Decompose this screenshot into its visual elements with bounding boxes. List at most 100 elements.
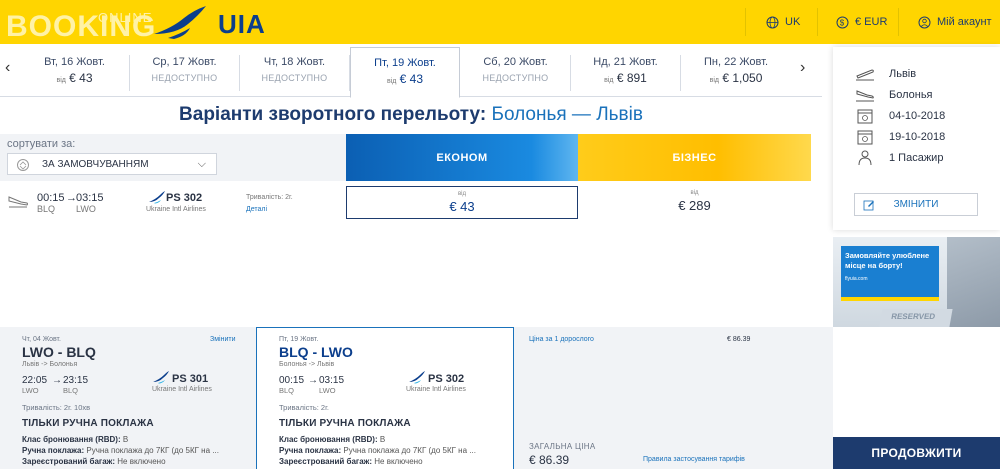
inbound-arr-time: 03:15 — [319, 375, 345, 386]
date-label: Чт, 18 Жовт. — [263, 56, 326, 68]
summary-depart-value: 04-10-2018 — [889, 110, 946, 122]
checked-baggage-value: Не включено — [117, 457, 166, 466]
next-dates-chevron-right-icon[interactable]: › — [800, 59, 805, 77]
ad-accent-bar — [841, 297, 939, 301]
flight-departure-code: BLQ — [37, 204, 56, 214]
date-label: Нд, 21 Жовт. — [593, 56, 658, 68]
flight-details-link[interactable]: Деталі — [246, 206, 267, 213]
business-price-option[interactable]: від € 289 — [578, 186, 811, 219]
uia-bird-logo-icon — [154, 6, 206, 39]
user-icon — [918, 16, 931, 28]
outbound-flight-number: PS 301 — [172, 373, 209, 385]
calendar-icon — [857, 109, 873, 124]
flight-arrival-code: LWO — [76, 204, 96, 214]
change-search-button[interactable]: ЗМІНИТИ — [854, 193, 978, 216]
globe-icon — [766, 16, 779, 28]
summary-return-date: 19-10-2018 — [855, 127, 945, 147]
summary-destination: Болонья — [855, 85, 933, 105]
date-tab-22[interactable]: Пн, 22 Жовт. від € 1,050 — [681, 55, 791, 91]
rbd-label: Клас бронювання (RBD): — [22, 435, 121, 444]
outbound-change-link[interactable]: Змінити — [210, 336, 236, 343]
uia-brand-text: UIA — [218, 9, 266, 39]
unavailable-label: НЕДОСТУПНО — [261, 73, 328, 83]
inbound-flight-number: PS 302 — [428, 373, 465, 385]
summary-passengers: 1 Пасажир — [855, 148, 943, 168]
hand-luggage-value: Ручна поклажа до 7КГ (до 5КГ на ... — [343, 446, 476, 455]
total-price-label: ЗАГАЛЬНА ЦІНА — [529, 442, 596, 451]
outbound-dep-code: LWO — [22, 386, 39, 395]
ad-text: Замовляйте улюблене місце на борту! — [845, 251, 930, 270]
plane-landing-icon — [856, 90, 874, 102]
reserved-sign: RESERVED — [879, 309, 953, 327]
currency-selector[interactable]: $ € EUR — [836, 0, 887, 44]
date-price: € 43 — [69, 71, 93, 85]
outbound-dep-time: 22:05 — [22, 375, 48, 386]
checked-baggage-label: Зареєстрований багаж: — [279, 457, 373, 466]
calendar-icon — [857, 130, 873, 145]
unavailable-label: НЕДОСТУПНО — [482, 73, 549, 83]
hand-luggage-value: Ручна поклажа до 7КГ (до 5КГ на ... — [86, 446, 219, 455]
fare-rules-link[interactable]: Правила застосування тарифів — [643, 456, 745, 463]
currency-label: € EUR — [855, 16, 888, 28]
flight-departure-time: 00:15 — [37, 192, 65, 204]
uia-airline-logo-icon — [153, 371, 169, 384]
change-button-label: ЗМІНИТИ — [893, 199, 939, 210]
summary-passengers-value: 1 Пасажир — [889, 152, 944, 164]
rbd-value: B — [122, 435, 129, 444]
from-label: від — [457, 191, 467, 197]
business-price: € 289 — [678, 198, 711, 213]
from-label: від — [604, 77, 614, 84]
sort-value: ЗА ЗАМОВЧУВАННЯМ — [42, 158, 149, 170]
outbound-baggage-title: ТІЛЬКИ РУЧНА ПОКЛАЖА — [22, 418, 154, 429]
seat-image — [947, 237, 1000, 327]
seat-selection-ad-banner[interactable]: RESERVED Замовляйте улюблене місце на бо… — [833, 237, 1000, 327]
flight-number: PS 302 — [166, 192, 203, 204]
sort-icon — [17, 159, 29, 171]
page-title: Варіанти зворотного перельоту: Болонья —… — [0, 104, 822, 126]
date-tab-20[interactable]: Сб, 20 Жовт. НЕДОСТУПНО — [461, 55, 571, 91]
outbound-date: Чт, 04 Жовт. — [22, 336, 61, 343]
rbd-label: Клас бронювання (RBD): — [279, 435, 378, 444]
summary-origin-city: Львів — [889, 68, 917, 80]
date-tab-17[interactable]: Ср, 17 Жовт. НЕДОСТУПНО — [130, 55, 240, 91]
outbound-route: LWO - BLQ — [22, 344, 96, 360]
inbound-baggage-title: ТІЛЬКИ РУЧНА ПОКЛАЖА — [279, 418, 411, 429]
date-tab-18[interactable]: Чт, 18 Жовт. НЕДОСТУПНО — [240, 55, 350, 91]
continue-button[interactable]: ПРОДОВЖИТИ — [833, 437, 1000, 469]
prev-dates-chevron-left-icon[interactable]: ‹ — [5, 59, 10, 77]
date-label: Ср, 17 Жовт. — [152, 56, 217, 68]
rbd-value: B — [379, 435, 386, 444]
ad-url: flyuia.com — [845, 276, 868, 282]
inbound-dep-time: 00:15 — [279, 375, 305, 386]
sort-dropdown[interactable]: ЗА ЗАМОВЧУВАННЯМ ⌵ — [7, 153, 217, 175]
from-label: від — [709, 77, 719, 84]
inbound-dep-code: BLQ — [279, 386, 295, 395]
date-label: Вт, 16 Жовт. — [44, 56, 105, 68]
checked-baggage-value: Не включено — [374, 457, 423, 466]
date-tab-19-selected[interactable]: Пт, 19 Жовт. від € 43 — [350, 47, 460, 98]
date-price: € 1,050 — [722, 71, 763, 85]
date-tab-21[interactable]: Нд, 21 Жовт. від € 891 — [571, 55, 681, 91]
header-divider — [817, 8, 818, 36]
price-per-adult-label: Ціна за 1 дорослого — [529, 336, 594, 343]
econom-price: € 43 — [449, 199, 475, 214]
summary-return-value: 19-10-2018 — [889, 131, 946, 143]
flight-airline: Ukraine Intl Airlines — [146, 206, 206, 213]
online-logo-text: ONLINE — [98, 10, 153, 25]
my-account-link[interactable]: Мій акаунт — [918, 0, 992, 44]
header-divider — [898, 8, 899, 36]
econom-price-option[interactable]: від € 43 — [346, 186, 578, 219]
inbound-duration: Тривалість: 2г. — [279, 403, 329, 412]
date-tab-16[interactable]: Вт, 16 Жовт. від € 43 — [20, 55, 130, 91]
flight-duration: Тривалість: 2г. — [246, 194, 293, 201]
date-label: Сб, 20 Жовт. — [483, 56, 548, 68]
language-selector[interactable]: UK — [766, 0, 800, 44]
flight-arrival-time: 03:15 — [76, 192, 104, 204]
edit-icon — [863, 200, 874, 211]
price-per-adult: € 86.39 — [727, 336, 751, 343]
outbound-route-sub: Львів -> Болонья — [22, 361, 78, 368]
plane-landing-icon — [8, 196, 28, 208]
title-route: Болонья — Львів — [491, 104, 643, 125]
from-label: від — [690, 190, 699, 196]
uia-airline-logo-icon — [409, 371, 425, 384]
